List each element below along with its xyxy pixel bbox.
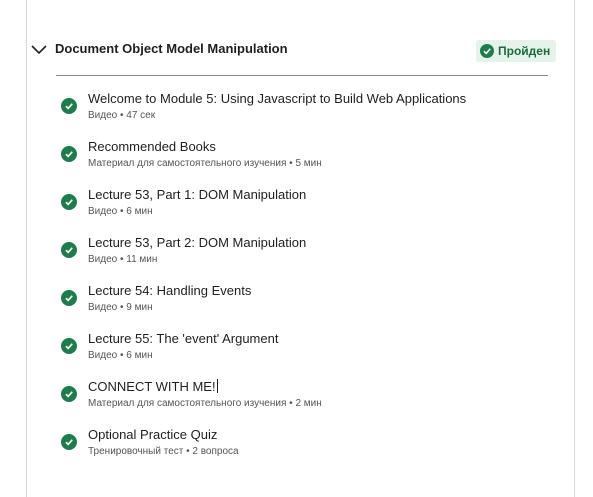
- item-meta: Видео • 11 мин: [88, 254, 158, 265]
- item-title[interactable]: Optional Practice Quiz: [88, 427, 217, 442]
- list-item[interactable]: Lecture 53, Part 2: DOM Manipulation Вид…: [61, 233, 561, 281]
- completed-check-icon: [61, 386, 77, 402]
- item-meta: Материал для самостоятельного изучения •…: [88, 398, 322, 409]
- list-item[interactable]: Lecture 55: The 'event' Argument Видео •…: [61, 329, 561, 377]
- completed-check-icon: [61, 338, 77, 354]
- completed-check-icon: [61, 434, 77, 450]
- list-item[interactable]: Optional Practice Quiz Тренировочный тес…: [61, 425, 561, 473]
- list-item[interactable]: Welcome to Module 5: Using Javascript to…: [61, 89, 561, 137]
- list-item[interactable]: CONNECT WITH ME! Материал для самостояте…: [61, 377, 561, 425]
- item-title[interactable]: Lecture 53, Part 1: DOM Manipulation: [88, 187, 306, 202]
- item-title[interactable]: Lecture 54: Handling Events: [88, 283, 251, 298]
- item-meta: Видео • 6 мин: [88, 350, 153, 361]
- item-meta: Материал для самостоятельного изучения •…: [88, 158, 322, 169]
- header-divider: [56, 75, 548, 76]
- module-title: Document Object Model Manipulation: [55, 41, 288, 56]
- completed-check-icon: [61, 146, 77, 162]
- item-title[interactable]: Recommended Books: [88, 139, 216, 154]
- item-title[interactable]: Lecture 55: The 'event' Argument: [88, 331, 278, 346]
- status-badge-label: Пройден: [498, 44, 551, 58]
- item-meta: Видео • 9 мин: [88, 302, 153, 313]
- item-meta: Тренировочный тест • 2 вопроса: [88, 446, 239, 457]
- completed-check-icon: [61, 290, 77, 306]
- module-item-list: Welcome to Module 5: Using Javascript to…: [61, 89, 561, 473]
- chevron-down-icon[interactable]: [30, 42, 48, 56]
- list-item[interactable]: Recommended Books Материал для самостоят…: [61, 137, 561, 185]
- module-header[interactable]: Document Object Model Manipulation Пройд…: [30, 40, 557, 76]
- status-badge: Пройден: [476, 40, 557, 62]
- completed-check-icon: [61, 98, 77, 114]
- item-title-wrapper[interactable]: CONNECT WITH ME!: [88, 379, 218, 394]
- list-item[interactable]: Lecture 54: Handling Events Видео • 9 ми…: [61, 281, 561, 329]
- completed-check-icon: [61, 194, 77, 210]
- item-title[interactable]: Lecture 53, Part 2: DOM Manipulation: [88, 235, 306, 250]
- check-circle-icon: [480, 44, 494, 58]
- item-title[interactable]: Welcome to Module 5: Using Javascript to…: [88, 91, 466, 106]
- list-item[interactable]: Lecture 53, Part 1: DOM Manipulation Вид…: [61, 185, 561, 233]
- completed-check-icon: [61, 242, 77, 258]
- item-meta: Видео • 6 мин: [88, 206, 153, 217]
- text-cursor: [216, 379, 218, 393]
- item-title[interactable]: CONNECT WITH ME!: [88, 379, 216, 394]
- item-meta: Видео • 47 сек: [88, 110, 156, 121]
